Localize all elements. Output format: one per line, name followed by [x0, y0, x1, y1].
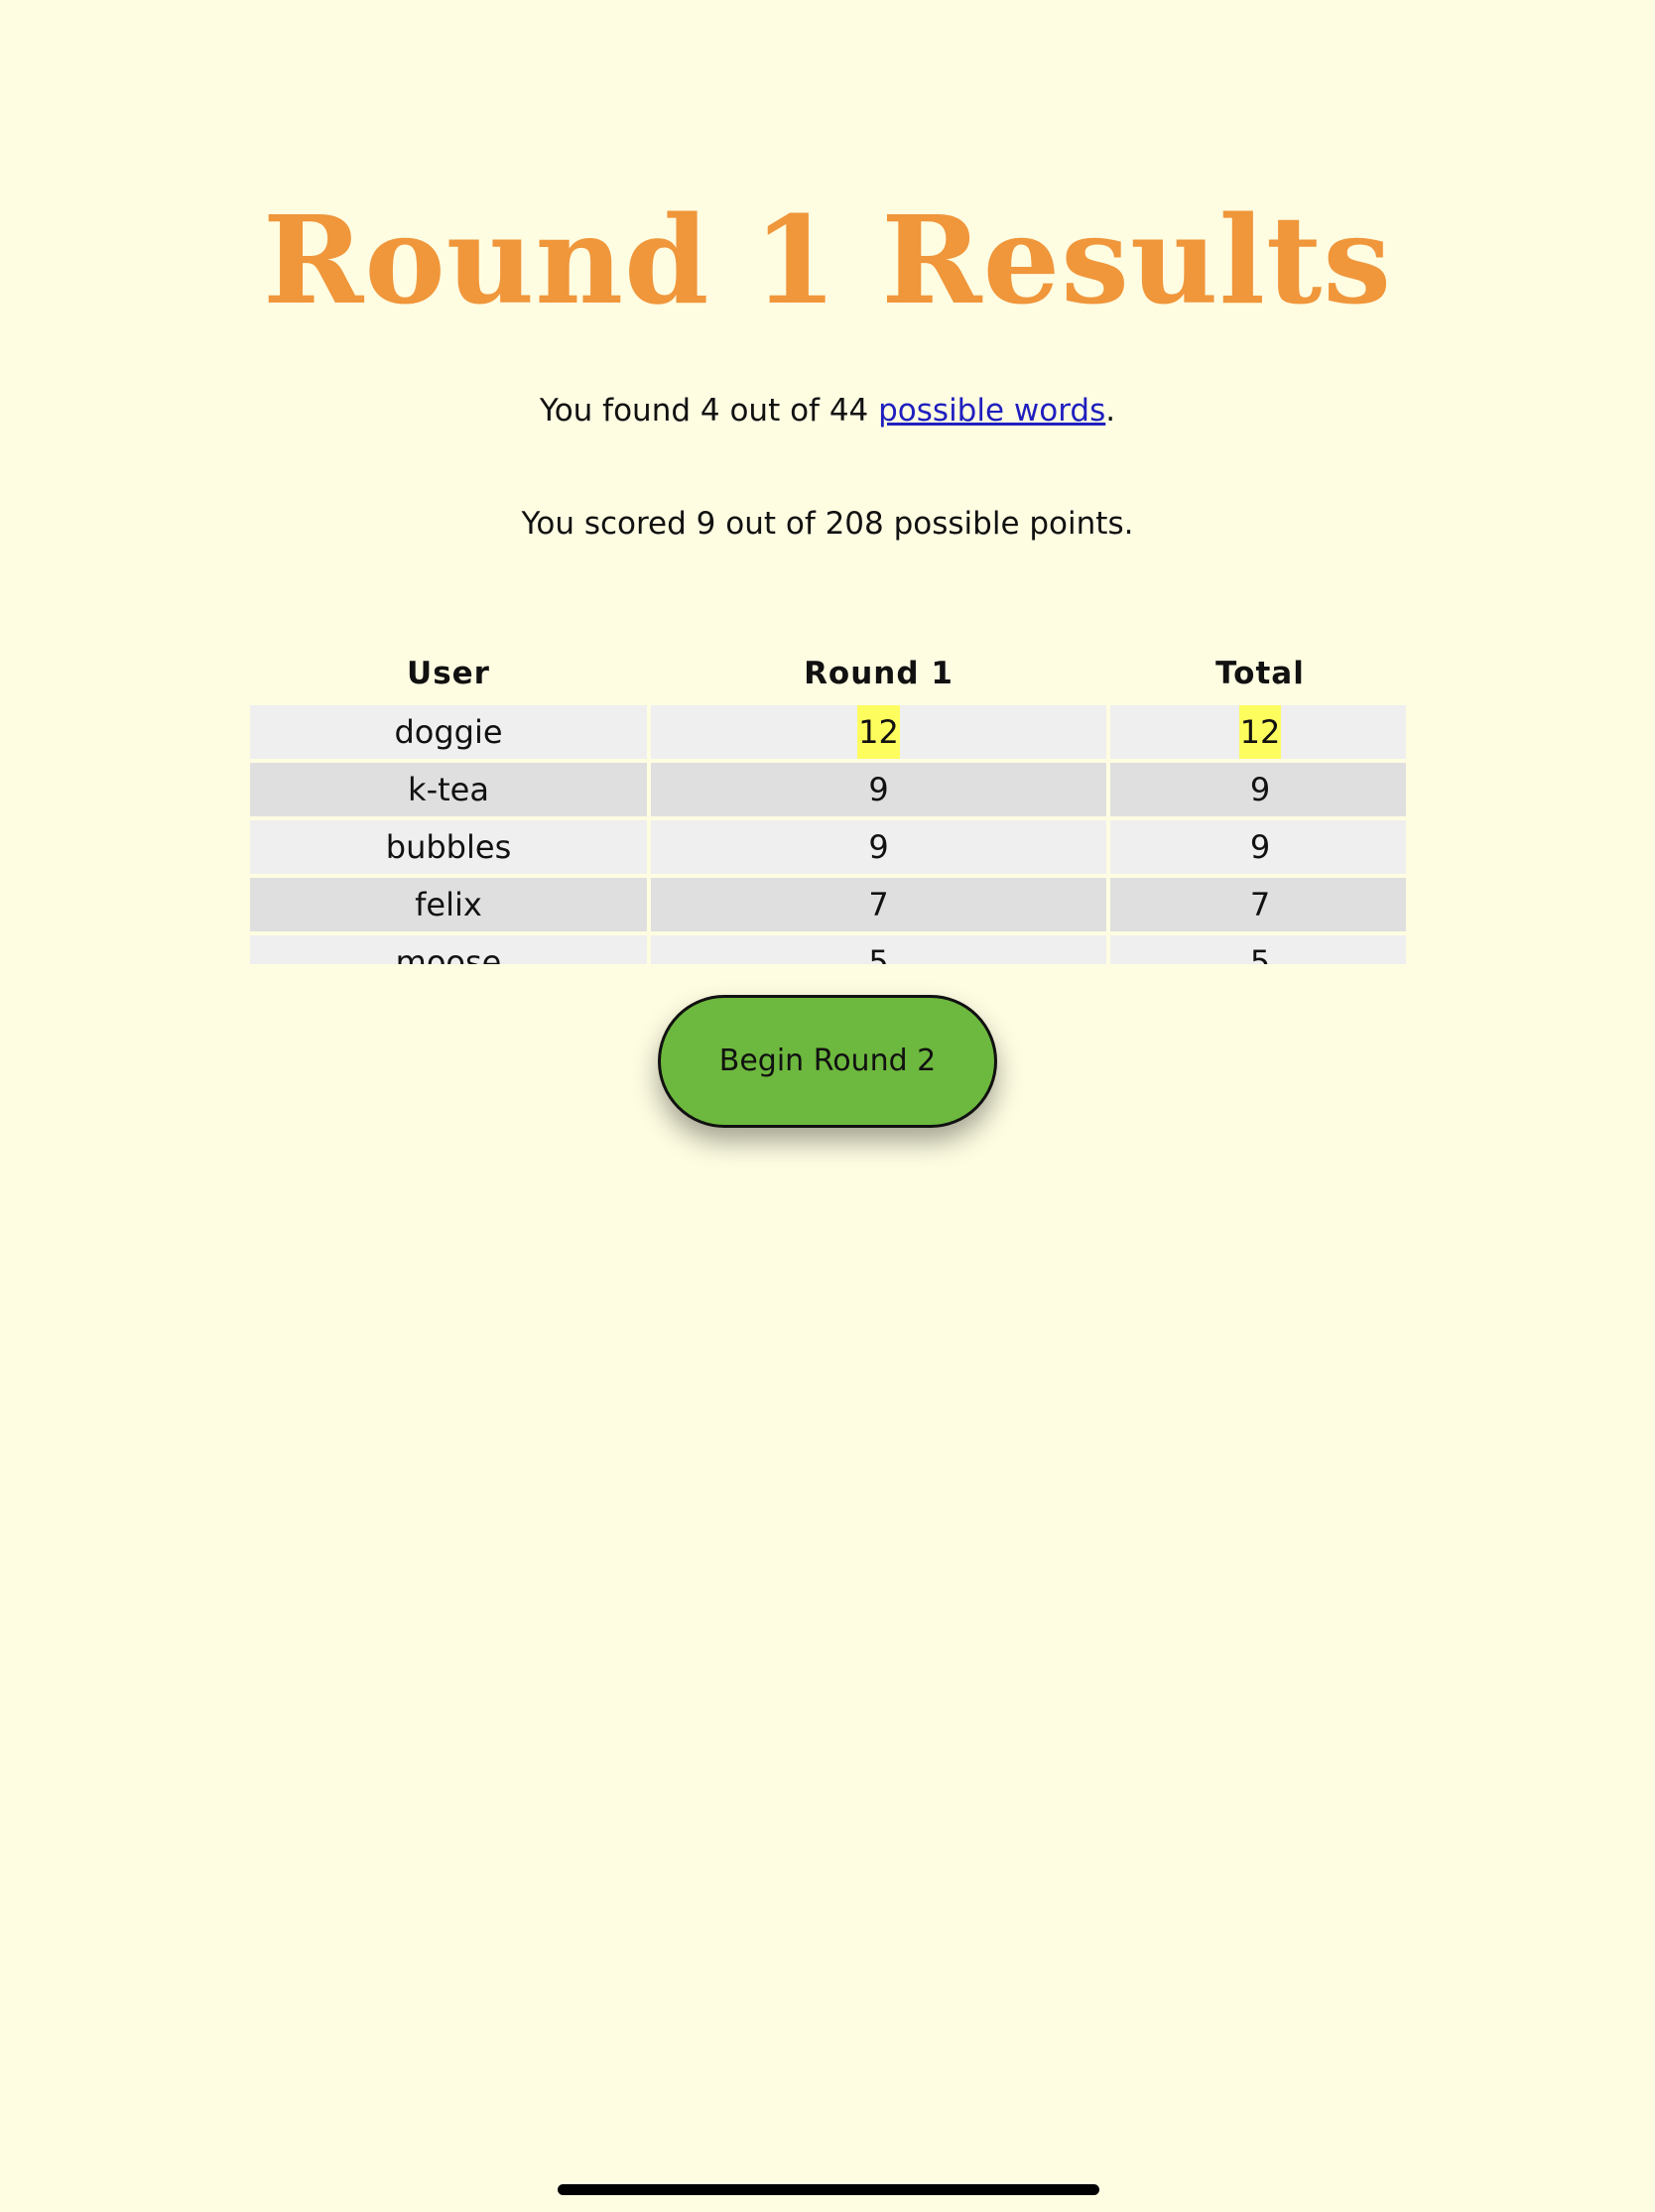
scoreboard-header-row: User Round 1 Total — [250, 645, 1406, 701]
points-scored-summary: You scored 9 out of 208 possible points. — [521, 506, 1134, 542]
round-1-cell: 9 — [651, 763, 1106, 816]
table-row: doggie 12 12 — [250, 705, 1406, 759]
possible-words-link[interactable]: possible words — [878, 393, 1105, 429]
user-cell: bubbles — [250, 820, 647, 874]
user-cell: k-tea — [250, 763, 647, 816]
round-1-cell: 5 — [651, 935, 1106, 964]
header-round-1: Round 1 — [804, 655, 954, 691]
words-found-text: You found 4 out of 44 — [539, 393, 879, 429]
begin-round-2-button[interactable]: Begin Round 2 — [658, 995, 997, 1128]
scoreboard-table: User Round 1 Total doggie 12 12 k-tea 9 … — [250, 645, 1406, 964]
words-found-period: . — [1105, 393, 1116, 429]
highlighted-score: 12 — [1238, 705, 1282, 759]
table-row: bubbles 9 9 — [250, 820, 1406, 874]
total-cell: 5 — [1110, 935, 1406, 964]
round-1-cell: 12 — [651, 705, 1106, 759]
table-row: moose 5 5 — [250, 935, 1406, 964]
highlighted-score: 12 — [857, 705, 900, 759]
total-cell: 9 — [1110, 763, 1406, 816]
header-total: Total — [1215, 655, 1305, 691]
home-indicator[interactable] — [558, 2184, 1099, 2195]
user-cell: doggie — [250, 705, 647, 759]
round-1-cell: 9 — [651, 820, 1106, 874]
total-cell: 9 — [1110, 820, 1406, 874]
scoreboard-scroll-area[interactable]: User Round 1 Total doggie 12 12 k-tea 9 … — [250, 645, 1406, 964]
header-user: User — [407, 655, 490, 691]
total-cell: 7 — [1110, 878, 1406, 931]
total-cell: 12 — [1110, 705, 1406, 759]
round-1-cell: 7 — [651, 878, 1106, 931]
user-cell: felix — [250, 878, 647, 931]
table-row: felix 7 7 — [250, 878, 1406, 931]
table-row: k-tea 9 9 — [250, 763, 1406, 816]
page-title: Round 1 Results — [262, 187, 1393, 331]
words-found-summary: You found 4 out of 44 possible words. — [0, 391, 1655, 430]
user-cell: moose — [250, 935, 647, 964]
